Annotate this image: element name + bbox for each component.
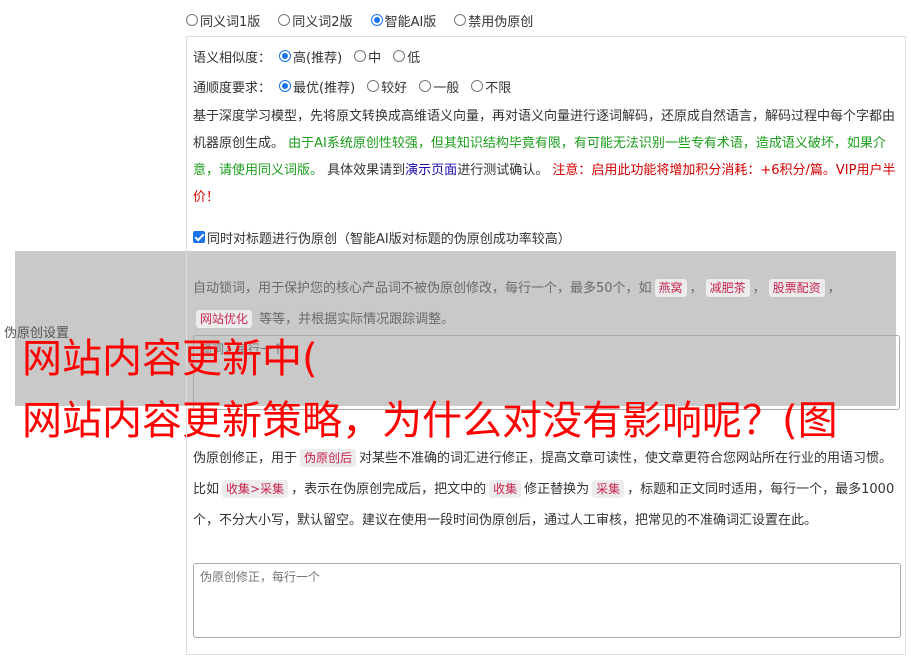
radio-icon[interactable]	[186, 14, 198, 26]
correction-input[interactable]	[193, 563, 901, 638]
checkbox-checked-icon[interactable]	[193, 231, 205, 243]
radio-selected-icon[interactable]	[370, 14, 383, 26]
fluency-option-best[interactable]: 最优(推荐)	[279, 77, 355, 96]
example-tag: 网站优化	[196, 310, 253, 328]
example-tag: 收集>采集	[222, 480, 289, 498]
radio-selected-icon[interactable]	[279, 80, 292, 92]
ai-settings-panel: 语义相似度： 高(推荐) 中 低 通顺度要求： 最优(推荐) 较好 一般 不限 …	[186, 36, 906, 251]
example-tag: 收集	[489, 480, 522, 498]
example-tag: 燕窝	[654, 279, 687, 297]
radio-icon[interactable]	[471, 80, 484, 92]
radio-icon[interactable]	[367, 80, 380, 92]
example-tag: 减肥茶	[705, 279, 750, 297]
fluency-row: 通顺度要求： 最优(推荐) 较好 一般 不限	[193, 76, 511, 96]
radio-selected-icon[interactable]	[279, 50, 292, 62]
mode-option-synonym-1[interactable]: 同义词1版	[186, 11, 260, 30]
correction-description: 伪原创修正，用于 伪原创后 对某些不准确的词汇进行修正，提高文章可读性，使文章更符合…	[193, 449, 895, 528]
similarity-option-medium[interactable]: 中	[354, 47, 381, 66]
fluency-label: 通顺度要求：	[193, 80, 272, 96]
correction-section: 伪原创修正，用于 伪原创后 对某些不准确的词汇进行修正，提高文章可读性，使文章更符合…	[186, 431, 906, 655]
mode-selector: 同义词1版 同义词2版 智能AI版 禁用伪原创	[186, 10, 533, 30]
lock-words-description: 自动锁词，用于保护您的核心产品词不被伪原创修改，每行一个，最多50个，如 燕窝，减…	[193, 279, 841, 328]
mode-option-ai[interactable]: 智能AI版	[370, 11, 436, 30]
radio-icon[interactable]	[278, 14, 291, 26]
title-rewrite-checkbox[interactable]: 同时对标题进行伪原创（智能AI版对标题的伪原创成功率较高）	[193, 227, 571, 247]
example-tag: 伪原创后	[300, 449, 357, 467]
mode-option-synonym-2[interactable]: 同义词2版	[278, 11, 353, 30]
headline-overlay: 网站内容更新中( 网站内容更新策略，为什么对没有影响呢？(图	[22, 334, 838, 446]
demo-page-link[interactable]: 演示页面	[405, 163, 457, 178]
mode-option-disable[interactable]: 禁用伪原创	[454, 11, 533, 30]
similarity-label: 语义相似度：	[193, 50, 272, 66]
radio-icon[interactable]	[354, 50, 367, 62]
radio-icon[interactable]	[419, 80, 432, 92]
example-tag: 股票配资	[768, 279, 825, 297]
ai-description: 基于深度学习模型，先将原文转换成高维语义向量，再对语义向量进行逐词解码，还原成自…	[193, 109, 896, 205]
similarity-option-high[interactable]: 高(推荐)	[279, 47, 342, 66]
headline-line-1: 网站内容更新中(	[22, 336, 318, 382]
example-tag: 采集	[592, 480, 625, 498]
similarity-option-low[interactable]: 低	[393, 47, 420, 66]
radio-icon[interactable]	[454, 14, 467, 26]
similarity-row: 语义相似度： 高(推荐) 中 低	[193, 46, 420, 66]
fluency-option-normal[interactable]: 一般	[419, 77, 459, 96]
fluency-option-good[interactable]: 较好	[367, 77, 407, 96]
fluency-option-unlimited[interactable]: 不限	[471, 77, 511, 96]
radio-icon[interactable]	[393, 50, 406, 62]
